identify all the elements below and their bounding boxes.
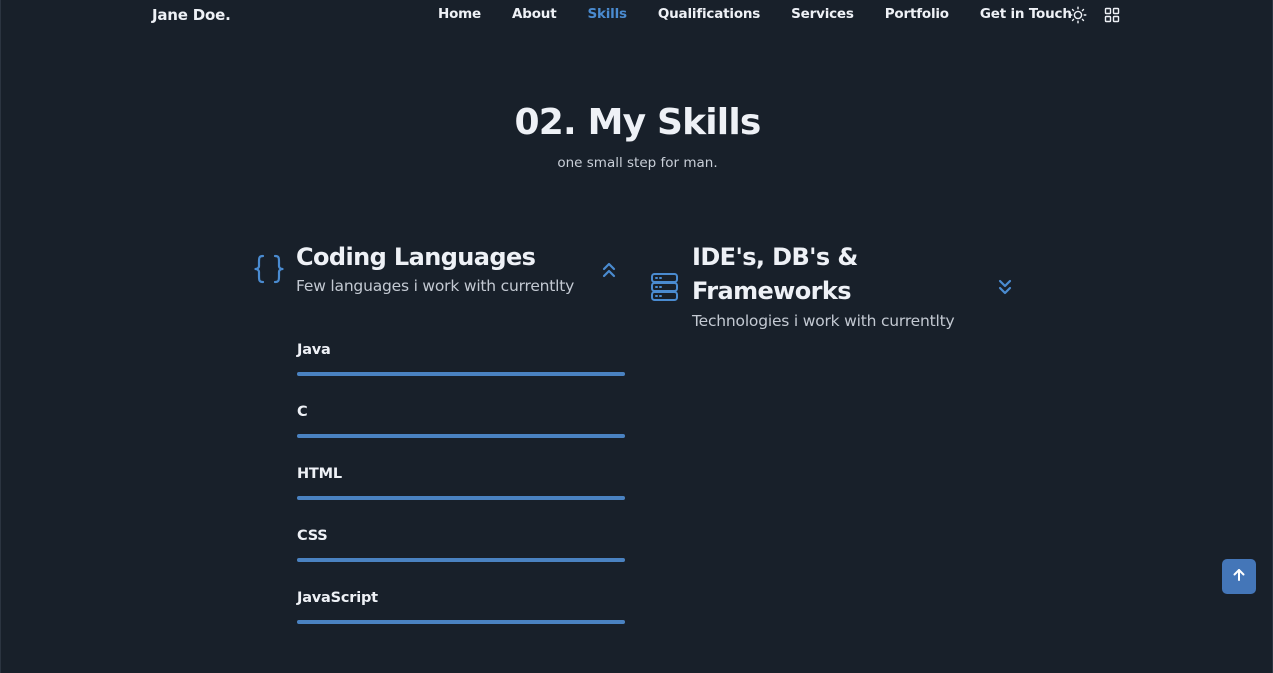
group-title-line2: Frameworks bbox=[692, 277, 852, 305]
skill-name: JavaScript bbox=[297, 590, 378, 606]
skill-bar bbox=[297, 496, 625, 500]
nav-home[interactable]: Home bbox=[438, 6, 481, 22]
section-title: 02. My Skills bbox=[514, 102, 761, 143]
skill-bar-fill bbox=[297, 496, 625, 500]
skill-bar-fill bbox=[297, 620, 625, 624]
arrow-up-icon bbox=[1231, 567, 1247, 587]
skill-bar-fill bbox=[297, 372, 625, 376]
sun-icon[interactable] bbox=[1069, 6, 1087, 24]
nav-skills[interactable]: Skills bbox=[587, 6, 627, 22]
nav-get-in-touch[interactable]: Get in Touch bbox=[980, 6, 1072, 22]
code-braces-icon bbox=[253, 254, 285, 288]
chevrons-up-icon[interactable] bbox=[601, 261, 617, 279]
skill-name: CSS bbox=[297, 528, 328, 544]
skill-bar bbox=[297, 372, 625, 376]
section-subtitle: one small step for man. bbox=[557, 155, 718, 171]
skill-name: C bbox=[297, 404, 308, 420]
chevrons-down-icon[interactable] bbox=[997, 278, 1013, 296]
nav-services[interactable]: Services bbox=[791, 6, 854, 22]
group-subtitle: Technologies i work with currentlty bbox=[692, 312, 955, 330]
group-title: Coding Languages bbox=[296, 243, 536, 271]
logo[interactable]: Jane Doe. bbox=[152, 6, 231, 24]
header: Jane Doe. Home About Skills Qualificatio… bbox=[1, 0, 1273, 32]
server-icon bbox=[650, 272, 679, 306]
skill-name: Java bbox=[297, 342, 331, 358]
skill-bar bbox=[297, 620, 625, 624]
skill-bar bbox=[297, 558, 625, 562]
nav-portfolio[interactable]: Portfolio bbox=[885, 6, 949, 22]
group-subtitle: Few languages i work with currentlty bbox=[296, 277, 575, 295]
nav-about[interactable]: About bbox=[512, 6, 557, 22]
main-nav: Home About Skills Qualifications Service… bbox=[438, 6, 1103, 22]
skill-bar-fill bbox=[297, 434, 625, 438]
scroll-to-top-button[interactable] bbox=[1222, 559, 1256, 594]
skill-bar-fill bbox=[297, 558, 625, 562]
group-title-line1: IDE's, DB's & bbox=[692, 243, 858, 271]
nav-qualifications[interactable]: Qualifications bbox=[658, 6, 760, 22]
skill-bar bbox=[297, 434, 625, 438]
skill-name: HTML bbox=[297, 466, 342, 482]
grid-icon[interactable] bbox=[1103, 6, 1121, 24]
group-title: IDE's, DB's & Frameworks bbox=[692, 240, 858, 308]
